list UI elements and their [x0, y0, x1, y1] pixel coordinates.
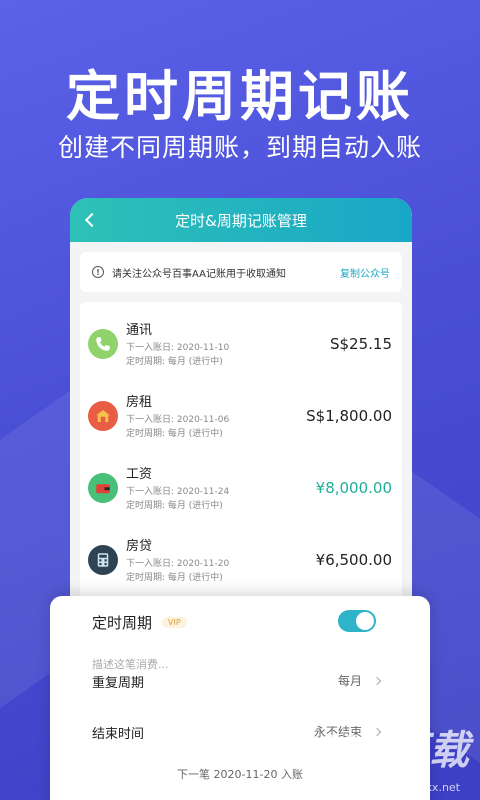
watermark-url: www.kkx.net: [389, 781, 460, 794]
promo-headline: 定时周期记账: [66, 65, 414, 128]
record-list: 通讯 下一入账日: 2020-11-10 定时周期: 每月 (进行中) S$25…: [80, 302, 402, 602]
promo-subline: 创建不同周期账，到期自动入账: [57, 133, 422, 162]
recurring-toggle-label: 定时周期: [92, 614, 153, 632]
notice-bar: ! 请关注公众号百事AA记账用于收取通知 复制公众号: [80, 252, 402, 292]
description-input[interactable]: 描述这笔消费...: [92, 656, 169, 672]
record-name: 工资: [126, 467, 153, 482]
app-screen: 定时&周期记账管理 ! 请关注公众号百事AA记账用于收取通知 复制公众号 通讯 …: [70, 198, 412, 618]
copy-account-link[interactable]: 复制公众号: [340, 265, 390, 280]
back-icon[interactable]: [82, 208, 102, 232]
vip-badge: VIP: [162, 617, 187, 628]
record-cycle: 定时周期: 每月 (进行中): [126, 501, 223, 511]
house-icon: [88, 401, 118, 431]
record-amount: ¥6,500.00: [315, 551, 392, 569]
repeat-cycle-label: 重复周期: [92, 676, 145, 691]
record-next-date: 下一入账日: 2020-11-24: [126, 487, 230, 497]
record-name: 通讯: [126, 323, 153, 338]
record-next-date: 下一入账日: 2020-11-20: [126, 559, 230, 569]
phone-icon: [88, 329, 118, 359]
wallet-icon: [88, 473, 118, 503]
record-item[interactable]: 房租 下一入账日: 2020-11-06 定时周期: 每月 (进行中) S$1,…: [80, 380, 402, 452]
app-titlebar: 定时&周期记账管理: [70, 198, 412, 242]
watermark-logo: KK下载: [324, 728, 470, 774]
record-amount: S$1,800.00: [306, 407, 392, 425]
chevron-right-icon: [372, 676, 382, 685]
notice-text: 请关注公众号百事AA记账用于收取通知: [112, 268, 286, 280]
info-icon: !: [92, 266, 104, 278]
recurring-toggle-row: 定时周期 VIP: [92, 612, 187, 633]
record-item[interactable]: 通讯 下一入账日: 2020-11-10 定时周期: 每月 (进行中) S$25…: [80, 308, 402, 380]
app-title: 定时&周期记账管理: [175, 211, 307, 230]
record-item[interactable]: 工资 下一入账日: 2020-11-24 定时周期: 每月 (进行中) ¥8,0…: [80, 452, 402, 524]
repeat-cycle-value: 每月: [337, 674, 362, 688]
repeat-cycle-selector[interactable]: 每月: [337, 672, 382, 689]
record-cycle: 定时周期: 每月 (进行中): [126, 429, 223, 439]
record-amount: ¥8,000.00: [315, 479, 392, 497]
record-item[interactable]: 房贷 下一入账日: 2020-11-20 定时周期: 每月 (进行中) ¥6,5…: [80, 524, 402, 596]
recurring-toggle-switch[interactable]: [338, 610, 376, 632]
record-name: 房租: [126, 395, 153, 410]
record-next-date: 下一入账日: 2020-11-10: [126, 343, 230, 353]
record-cycle: 定时周期: 每月 (进行中): [126, 357, 223, 367]
calculator-icon: [88, 545, 118, 575]
record-next-date: 下一入账日: 2020-11-06: [126, 415, 230, 425]
record-cycle: 定时周期: 每月 (进行中): [126, 573, 223, 583]
record-amount: S$25.15: [329, 335, 392, 353]
record-name: 房贷: [126, 539, 153, 554]
end-time-label: 结束时间: [92, 727, 145, 742]
